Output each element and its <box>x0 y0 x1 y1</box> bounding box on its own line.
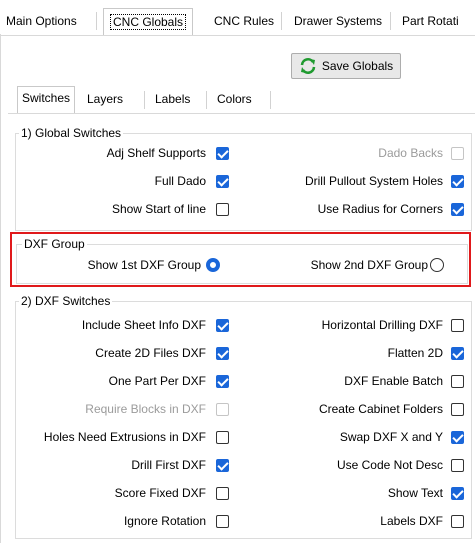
tab-label: Drawer Systems <box>294 14 383 28</box>
dxf-enable-batch-label: DXF Enable Batch <box>344 374 443 388</box>
tab-colors[interactable]: Colors <box>213 88 256 110</box>
tab-label: Layers <box>87 92 124 106</box>
tab-label: Labels <box>155 92 191 106</box>
show-start-of-line-checkbox[interactable] <box>216 203 229 216</box>
ignore-rotation-label: Ignore Rotation <box>123 514 206 528</box>
use-code-not-desc-checkbox[interactable] <box>451 459 464 472</box>
swap-dxf-x-and-y-label: Swap DXF X and Y <box>339 430 443 444</box>
tab-label: Part Rotati <box>402 14 459 28</box>
require-blocks-in-dxf-label: Require Blocks in DXF <box>85 402 206 416</box>
dado-backs-label: Dado Backs <box>378 146 443 160</box>
tab-label: CNC Rules <box>214 14 275 28</box>
score-fixed-dxf-label: Score Fixed DXF <box>114 486 206 500</box>
flatten-2d-checkbox[interactable] <box>451 347 464 360</box>
dxf-switches-group <box>15 301 472 539</box>
dxf-enable-batch-checkbox[interactable] <box>451 375 464 388</box>
dxf-switches-title: 2) DXF Switches <box>19 294 113 308</box>
horizontal-drilling-dxf-label: Horizontal Drilling DXF <box>321 318 443 332</box>
create-2d-files-dxf-checkbox[interactable] <box>216 347 229 360</box>
full-dado-label: Full Dado <box>154 174 206 188</box>
labels-dxf-checkbox[interactable] <box>451 515 464 528</box>
global-switches-title: 1) Global Switches <box>19 126 124 140</box>
holes-need-extrusions-in-dxf-label: Holes Need Extrusions in DXF <box>43 430 206 444</box>
dxf-group-highlight <box>10 232 471 287</box>
flatten-2d-label: Flatten 2D <box>387 346 443 360</box>
require-blocks-in-dxf-checkbox <box>216 403 229 416</box>
drill-first-dxf-checkbox[interactable] <box>216 459 229 472</box>
tab-main-options[interactable]: Main Options <box>0 10 83 32</box>
tab-layers[interactable]: Layers <box>83 88 127 110</box>
main-tab-bar: Main Options CNC Globals CNC Rules Drawe… <box>0 0 475 36</box>
adj-shelf-supports-checkbox[interactable] <box>216 147 229 160</box>
tab-separator <box>206 91 207 109</box>
save-globals-label: Save Globals <box>321 59 394 73</box>
drill-pullout-system-holes-label: Drill Pullout System Holes <box>304 174 443 188</box>
save-globals-button[interactable]: Save Globals <box>291 53 401 79</box>
tab-labels[interactable]: Labels <box>151 88 194 110</box>
tab-switches[interactable]: Switches <box>17 86 76 114</box>
tab-part-rotation[interactable]: Part Rotati <box>396 10 465 32</box>
tab-label: Colors <box>217 92 252 106</box>
dado-backs-checkbox <box>451 147 464 160</box>
tab-separator <box>270 91 271 109</box>
tab-separator <box>390 12 391 30</box>
tab-separator <box>144 91 145 109</box>
create-2d-files-dxf-label: Create 2D Files DXF <box>95 346 206 360</box>
horizontal-drilling-dxf-checkbox[interactable] <box>451 319 464 332</box>
drill-pullout-system-holes-checkbox[interactable] <box>451 175 464 188</box>
tab-cnc-globals[interactable]: CNC Globals <box>103 8 194 35</box>
score-fixed-dxf-checkbox[interactable] <box>216 487 229 500</box>
tab-cnc-rules[interactable]: CNC Rules <box>208 10 280 32</box>
use-code-not-desc-label: Use Code Not Desc <box>336 458 443 472</box>
tab-label: Main Options <box>6 14 77 28</box>
swap-dxf-x-and-y-checkbox[interactable] <box>451 431 464 444</box>
labels-dxf-label: Labels DXF <box>380 514 443 528</box>
include-sheet-info-dxf-label: Include Sheet Info DXF <box>81 318 206 332</box>
full-dado-checkbox[interactable] <box>216 175 229 188</box>
tab-separator <box>96 12 97 30</box>
use-radius-for-corners-checkbox[interactable] <box>451 203 464 216</box>
drill-first-dxf-label: Drill First DXF <box>131 458 206 472</box>
holes-need-extrusions-in-dxf-checkbox[interactable] <box>216 431 229 444</box>
tab-label: CNC Globals <box>110 14 187 30</box>
one-part-per-dxf-label: One Part Per DXF <box>108 374 206 388</box>
tab-separator <box>281 12 282 30</box>
show-text-label: Show Text <box>387 486 443 500</box>
refresh-icon <box>300 58 316 74</box>
use-radius-for-corners-label: Use Radius for Corners <box>317 202 443 216</box>
one-part-per-dxf-checkbox[interactable] <box>216 375 229 388</box>
adj-shelf-supports-label: Adj Shelf Supports <box>106 146 206 160</box>
include-sheet-info-dxf-checkbox[interactable] <box>216 319 229 332</box>
tab-label: Switches <box>22 91 71 105</box>
tab-drawer-systems[interactable]: Drawer Systems <box>288 10 388 32</box>
create-cabinet-folders-checkbox[interactable] <box>451 403 464 416</box>
show-text-checkbox[interactable] <box>451 487 464 500</box>
ignore-rotation-checkbox[interactable] <box>216 515 229 528</box>
create-cabinet-folders-label: Create Cabinet Folders <box>318 402 443 416</box>
show-start-of-line-label: Show Start of line <box>111 202 206 216</box>
